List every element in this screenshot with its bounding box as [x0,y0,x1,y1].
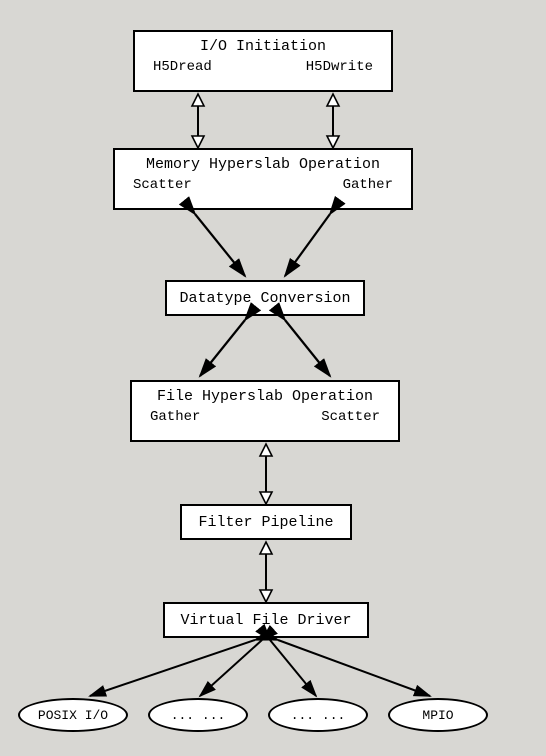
filter-pipeline-box: Filter Pipeline [180,504,352,540]
driver-posix-label: POSIX I/O [38,708,108,723]
io-initiation-title: I/O Initiation [135,38,391,55]
driver-generic3-label: ... ... [291,708,346,723]
memory-hyperslab-box: Memory Hyperslab Operation Scatter Gathe… [113,148,413,210]
io-initiation-read: H5Dread [153,59,212,75]
file-hyperslab-title: File Hyperslab Operation [132,388,398,405]
filter-pipeline-title: Filter Pipeline [182,506,350,539]
driver-mpio-ellipse: MPIO [388,698,488,732]
file-hyperslab-box: File Hyperslab Operation Gather Scatter [130,380,400,442]
memory-hyperslab-title: Memory Hyperslab Operation [115,156,411,173]
memory-hyperslab-gather: Gather [343,177,393,193]
datatype-conversion-box: Datatype Conversion [165,280,365,316]
arrows-layer [0,0,546,756]
virtual-file-driver-title: Virtual File Driver [165,604,367,637]
driver-posix-ellipse: POSIX I/O [18,698,128,732]
file-hyperslab-gather: Gather [150,409,200,425]
driver-generic2-label: ... ... [171,708,226,723]
virtual-file-driver-box: Virtual File Driver [163,602,369,638]
driver-generic3-ellipse: ... ... [268,698,368,732]
memory-hyperslab-scatter: Scatter [133,177,192,193]
io-initiation-box: I/O Initiation H5Dread H5Dwrite [133,30,393,92]
file-hyperslab-scatter: Scatter [321,409,380,425]
driver-generic2-ellipse: ... ... [148,698,248,732]
datatype-conversion-title: Datatype Conversion [167,282,363,315]
io-initiation-write: H5Dwrite [306,59,373,75]
driver-mpio-label: MPIO [422,708,453,723]
